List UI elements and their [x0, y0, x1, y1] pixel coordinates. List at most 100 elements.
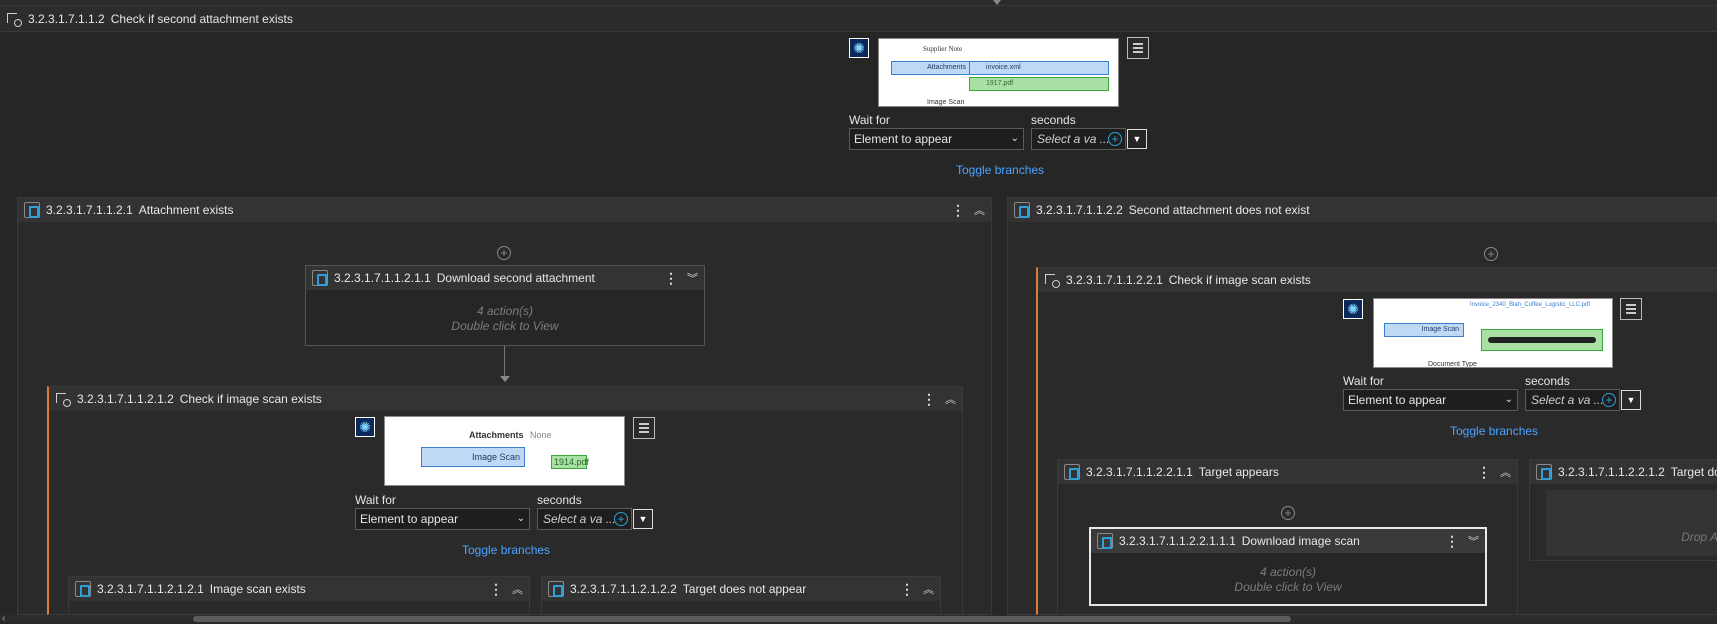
- more-options-icon[interactable]: ⋮: [1445, 533, 1459, 550]
- more-options-icon[interactable]: ⋮: [489, 581, 503, 598]
- scrollbar-thumb[interactable]: [193, 616, 1291, 622]
- menu-icon[interactable]: [1127, 37, 1149, 59]
- step-title: Check if image scan exists: [179, 392, 322, 406]
- branch-target-does-not-appear[interactable]: 3.2.3.1.7.1.1.2.2.1.2 Target do Drop A: [1529, 459, 1717, 561]
- wait-for-value: Element to appear: [854, 132, 953, 146]
- thumb-scan-preview: [1481, 329, 1603, 351]
- seconds-placeholder: Select a va ...: [1037, 132, 1110, 146]
- chevron-down-icon: ⌄: [516, 513, 525, 524]
- chevron-down-icon: ⌄: [1504, 394, 1513, 405]
- condition-icon: [55, 391, 71, 407]
- step-title: Second attachment does not exist: [1128, 203, 1310, 217]
- more-options-icon[interactable]: ⋮: [1477, 464, 1491, 481]
- toggle-branches-link[interactable]: Toggle branches: [1450, 424, 1538, 438]
- collapse-icon[interactable]: ︽: [945, 391, 956, 407]
- drop-zone[interactable]: Drop A: [1546, 490, 1717, 556]
- download-second-attachment[interactable]: 3.2.3.1.7.1.1.2.1.1 Download second atta…: [305, 265, 705, 346]
- step-number: 3.2.3.1.7.1.1.2.2.1.1.1: [1119, 534, 1236, 548]
- menu-icon[interactable]: [633, 417, 655, 439]
- step-number: 3.2.3.1.7.1.1.2.2.1.2: [1558, 465, 1665, 479]
- sequence-icon: [1064, 464, 1080, 480]
- thumb-attachments: Attachments: [891, 61, 971, 75]
- collapse-icon[interactable]: ︽: [512, 581, 523, 597]
- ui-element-icon: ✺: [355, 417, 375, 437]
- wait-for-select[interactable]: Element to appear ⌄: [1343, 389, 1518, 411]
- wait-for-select[interactable]: Element to appear ⌄: [355, 508, 530, 530]
- connector-arrow-icon: [993, 0, 1001, 5]
- add-variable-icon[interactable]: +: [1108, 132, 1122, 146]
- add-activity-icon[interactable]: +: [497, 246, 511, 260]
- branch-header: 3.2.3.1.7.1.1.2.2.1.2 Target do: [1530, 460, 1717, 484]
- condition-header[interactable]: 3.2.3.1.7.1.1.2 Check if second attachme…: [0, 6, 1717, 32]
- download-image-scan[interactable]: 3.2.3.1.7.1.1.2.2.1.1.1 Download image s…: [1089, 527, 1487, 606]
- ui-element-icon: ✺: [1343, 299, 1363, 319]
- more-options-icon[interactable]: ⋮: [900, 581, 914, 598]
- double-click-hint: Double click to View: [1234, 580, 1342, 594]
- thumb-invoice: invoice.xml: [969, 61, 1109, 75]
- step-title: Download image scan: [1241, 534, 1360, 548]
- sequence-icon: [24, 202, 40, 218]
- menu-icon[interactable]: [1620, 298, 1642, 320]
- expand-icon[interactable]: ︾: [687, 270, 698, 286]
- sequence-icon: [1097, 533, 1113, 549]
- more-options-icon[interactable]: ⋮: [922, 391, 936, 408]
- add-activity-icon[interactable]: +: [1281, 506, 1295, 520]
- sequence-icon: [1014, 202, 1030, 218]
- step-title: Target do: [1670, 465, 1717, 479]
- scroll-left-icon[interactable]: ‹: [2, 613, 5, 624]
- collapse-icon[interactable]: ︽: [974, 202, 985, 218]
- thumb-none: None: [530, 430, 552, 440]
- element-screenshot[interactable]: Supplier Note Attachments invoice.xml 19…: [878, 38, 1119, 107]
- element-screenshot[interactable]: Invoice_2340_Blah_Coffee_Logistic_LLC.pd…: [1373, 298, 1613, 368]
- dropdown-button[interactable]: ▼: [633, 509, 653, 529]
- sequence-icon: [548, 581, 564, 597]
- sequence-icon: [312, 270, 328, 286]
- more-options-icon[interactable]: ⋮: [951, 202, 965, 219]
- connector-arrow-icon: [500, 376, 510, 382]
- thumb-scan-strip: [1488, 337, 1596, 343]
- collapse-icon[interactable]: ︽: [923, 581, 934, 597]
- step-number: 3.2.3.1.7.1.1.2.1: [46, 203, 133, 217]
- element-screenshot[interactable]: Attachments None Image Scan 1914.pdf: [384, 416, 625, 486]
- add-activity-icon[interactable]: +: [1484, 247, 1498, 261]
- seconds-input[interactable]: Select a va ... +: [1031, 128, 1126, 150]
- step-title: Attachment exists: [138, 203, 234, 217]
- wait-for-value: Element to appear: [360, 512, 459, 526]
- seconds-input[interactable]: Select a va ... +: [537, 508, 632, 530]
- thumb-attachments: Attachments: [469, 430, 524, 440]
- thumb-file: Invoice_2340_Blah_Coffee_Logistic_LLC.pd…: [1470, 302, 1590, 308]
- branch-header: 3.2.3.1.7.1.1.2.1.2.1 Image scan exists …: [69, 577, 529, 601]
- seconds-label: seconds: [1031, 113, 1076, 127]
- branch-target-not-appear[interactable]: 3.2.3.1.7.1.1.2.1.2.2 Target does not ap…: [541, 576, 941, 615]
- step-number: 3.2.3.1.7.1.1.2.1.2.1: [97, 582, 204, 596]
- more-options-icon[interactable]: ⋮: [664, 270, 678, 287]
- branch-image-scan-exists[interactable]: 3.2.3.1.7.1.1.2.1.2.1 Image scan exists …: [68, 576, 530, 615]
- horizontal-scrollbar[interactable]: ‹: [0, 613, 1717, 624]
- collapse-icon[interactable]: ︽: [1500, 464, 1511, 480]
- expand-icon[interactable]: ︾: [1468, 533, 1479, 549]
- wait-for-label: Wait for: [1343, 374, 1384, 388]
- add-variable-icon[interactable]: +: [1602, 393, 1616, 407]
- step-number: 3.2.3.1.7.1.1.2.2.1.1: [1086, 465, 1193, 479]
- add-variable-icon[interactable]: +: [614, 512, 628, 526]
- branch-header: 3.2.3.1.7.1.1.2.1.2.2 Target does not ap…: [542, 577, 940, 601]
- thumb-image-scan: Image Scan: [1384, 323, 1464, 337]
- sequence-icon: [75, 581, 91, 597]
- dropdown-button[interactable]: ▼: [1127, 129, 1147, 149]
- step-title: Target appears: [1198, 465, 1279, 479]
- card-header: 3.2.3.1.7.1.1.2.2.1 Check if image scan …: [1038, 268, 1717, 292]
- seconds-input[interactable]: Select a va ... +: [1525, 389, 1620, 411]
- seconds-placeholder: Select a va ...: [543, 512, 616, 526]
- step-number: 3.2.3.1.7.1.1.2.2: [1036, 203, 1123, 217]
- step-number: 3.2.3.1.7.1.1.2: [28, 11, 105, 26]
- thumb-image-scan: Image Scan: [421, 447, 525, 467]
- step-title: Check if second attachment exists: [110, 11, 293, 26]
- toggle-branches-link[interactable]: Toggle branches: [956, 163, 1044, 177]
- wait-for-select[interactable]: Element to appear ⌄: [849, 128, 1024, 150]
- wait-for-label: Wait for: [849, 113, 890, 127]
- card-header: 3.2.3.1.7.1.1.2.2.1.1.1 Download image s…: [1091, 529, 1485, 553]
- branch-header: 3.2.3.1.7.1.1.2.2.1.1 Target appears ⋮ ︽: [1058, 460, 1517, 484]
- thumb-pdf: 1917.pdf: [969, 77, 1109, 91]
- toggle-branches-link[interactable]: Toggle branches: [462, 543, 550, 557]
- dropdown-button[interactable]: ▼: [1621, 390, 1641, 410]
